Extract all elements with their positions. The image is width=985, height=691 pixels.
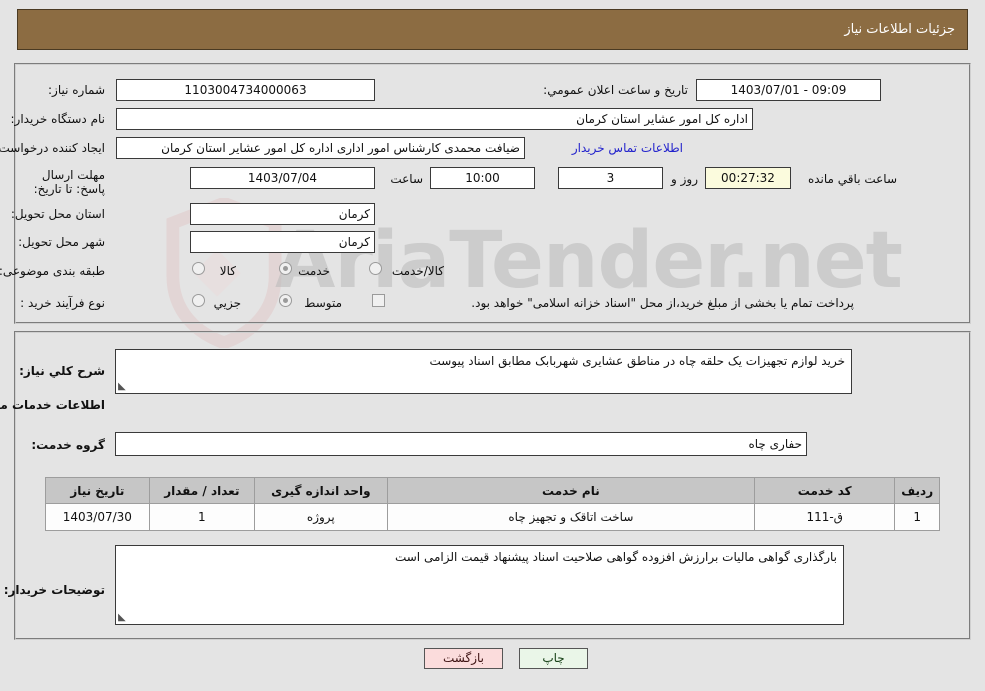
col-name: نام خدمت: [386, 477, 756, 504]
col-radif: ردیف: [894, 477, 940, 504]
islamic-treasury-text: پرداخت تمام یا بخشی از مبلغ خرید،از محل …: [471, 296, 854, 310]
buyer-org-label: نام دستگاه خریدار:: [10, 112, 106, 126]
table-row: 1 ق-111 ساخت اتاقک و تجهیز چاه پروژه 1 1…: [45, 503, 940, 531]
subject-class-label: طبقه بندی موضوعی:: [0, 264, 105, 278]
col-quantity: تعداد / مقدار: [148, 477, 255, 504]
service-group-label: گروه خدمت:: [31, 438, 105, 452]
deadline-days-value: 3: [558, 167, 663, 189]
public-announce-value: 09:09 - 1403/07/01: [696, 79, 881, 101]
page-title: جزئیات اطلاعات نیاز: [844, 22, 955, 37]
checkbox-islamic-treasury[interactable]: [372, 294, 385, 307]
general-desc-value: خرید لوازم تجهیزات یک حلقه چاه در مناطق …: [429, 354, 845, 368]
delivery-province-value: کرمان: [190, 203, 375, 225]
radio-process-motavaset-label: متوسط: [304, 296, 342, 310]
radio-subject-kala[interactable]: [192, 262, 205, 275]
buyer-contact-link[interactable]: اطلاعات تماس خریدار: [572, 141, 683, 155]
resize-grip-icon-notes[interactable]: ◢: [118, 612, 128, 623]
need-info-panel: [14, 63, 971, 324]
radio-process-jozii-label: جزیي: [213, 296, 241, 310]
cell-name: ساخت اتاقک و تجهیز چاه: [386, 503, 756, 531]
radio-subject-khedmat[interactable]: [279, 262, 292, 275]
print-button[interactable]: چاپ: [519, 648, 588, 669]
deadline-time-label: ساعت: [390, 172, 423, 186]
buyer-notes-textarea[interactable]: بارگذاری گواهی مالیات برارزش افزوده گواه…: [115, 545, 844, 625]
radio-subject-kala-label: کالا: [219, 264, 236, 278]
delivery-city-value: کرمان: [190, 231, 375, 253]
delivery-province-label: استان محل تحویل:: [10, 207, 105, 221]
radio-subject-kala-khedmat[interactable]: [369, 262, 382, 275]
services-heading: اطلاعات خدمات مورد نیاز: [0, 398, 105, 412]
public-announce-label: تاریخ و ساعت اعلان عمومي:: [543, 83, 688, 97]
cell-unit: پروژه: [253, 503, 388, 531]
services-table: ردیف کد خدمت نام خدمت واحد اندازه گیری ت…: [45, 477, 940, 531]
deadline-countdown-label: ساعت باقي مانده: [807, 172, 897, 186]
need-number-value: 1103004734000063: [116, 79, 375, 101]
back-button[interactable]: بازگشت: [424, 648, 503, 669]
radio-process-jozii[interactable]: [192, 294, 205, 307]
deadline-countdown-value: 00:27:32: [705, 167, 791, 189]
cell-code: ق-111: [754, 503, 896, 531]
col-unit: واحد اندازه گیری: [253, 477, 388, 504]
deadline-time-value: 10:00: [430, 167, 535, 189]
deadline-date-value: 1403/07/04: [190, 167, 375, 189]
cell-quantity: 1: [148, 503, 255, 531]
requester-value: ضیافت محمدی کارشناس امور اداری اداره کل …: [116, 137, 525, 159]
col-date: تاریخ نیاز: [45, 477, 150, 504]
radio-subject-khedmat-label: خدمت: [298, 264, 330, 278]
buyer-notes-value: بارگذاری گواهی مالیات برارزش افزوده گواه…: [394, 550, 837, 564]
need-number-label: شماره نیاز:: [48, 83, 105, 97]
deadline-label: مهلت ارسال پاسخ: تا تاریخ:: [33, 168, 105, 196]
radio-subject-kala-khedmat-label: کالا/خدمت: [391, 264, 444, 278]
service-group-value: حفاری چاه: [115, 432, 807, 456]
cell-date: 1403/07/30: [45, 503, 150, 531]
general-desc-textarea[interactable]: خرید لوازم تجهیزات یک حلقه چاه در مناطق …: [115, 349, 852, 394]
deadline-days-label: روز و: [671, 172, 698, 186]
general-desc-label: شرح کلي نیاز:: [19, 364, 105, 378]
col-code: کد خدمت: [754, 477, 896, 504]
buyer-org-value: اداره کل امور عشایر استان کرمان: [116, 108, 753, 130]
table-header-row: ردیف کد خدمت نام خدمت واحد اندازه گیری ت…: [45, 477, 940, 504]
page-header-bar: جزئیات اطلاعات نیاز: [17, 9, 968, 50]
radio-process-motavaset[interactable]: [279, 294, 292, 307]
delivery-city-label: شهر محل تحویل:: [18, 235, 105, 249]
purchase-process-label: نوع فرآیند خرید :: [20, 296, 105, 310]
requester-label: ایجاد کننده درخواست:: [0, 141, 105, 155]
resize-grip-icon[interactable]: ◢: [118, 381, 128, 392]
cell-radif: 1: [894, 503, 940, 531]
buyer-notes-label: توضیحات خریدار:: [3, 583, 105, 597]
